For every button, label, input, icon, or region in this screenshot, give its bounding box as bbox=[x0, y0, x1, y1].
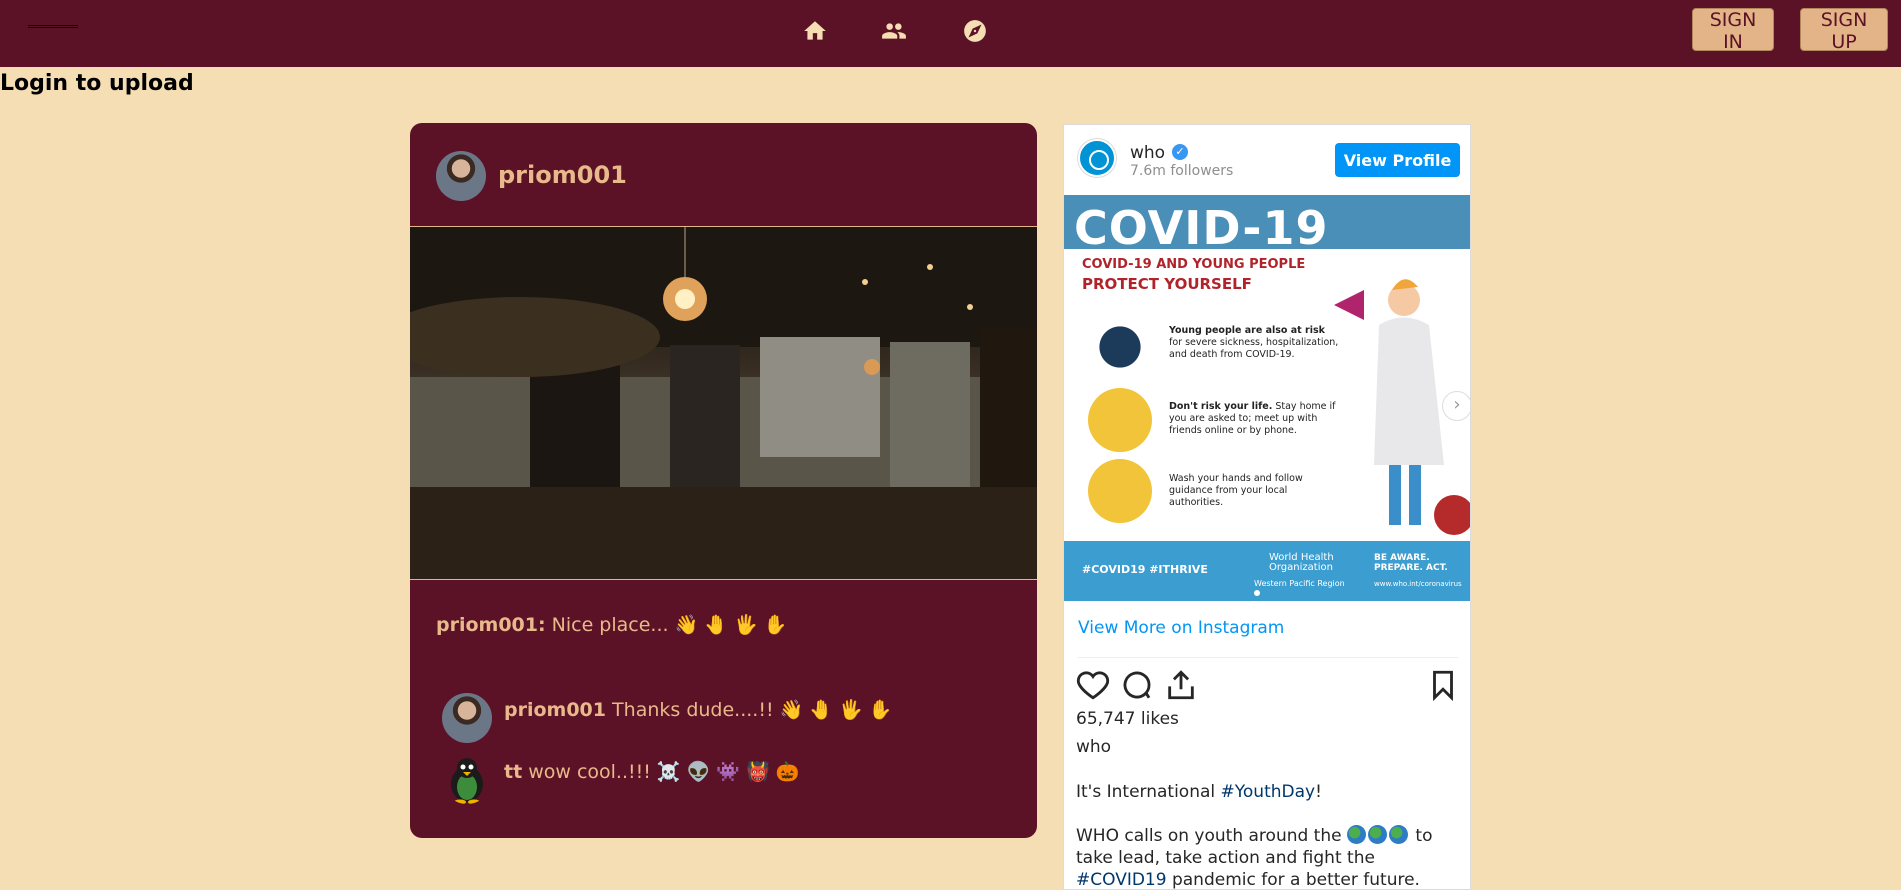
view-profile-button[interactable]: View Profile bbox=[1335, 143, 1460, 177]
top-navbar: SIGN IN SIGN UP bbox=[0, 0, 1901, 67]
verified-badge-icon: ✓ bbox=[1172, 144, 1188, 160]
people-icon[interactable] bbox=[877, 14, 911, 48]
sign-in-button[interactable]: SIGN IN bbox=[1692, 8, 1774, 53]
comment-text: wow cool..!!! ☠️ 👽 👾 👹 🎃 bbox=[528, 761, 800, 783]
ig-account-name[interactable]: who bbox=[1130, 143, 1165, 163]
comment-avatar[interactable] bbox=[442, 693, 492, 743]
caption-username[interactable]: priom001: bbox=[436, 614, 546, 636]
sign-up-button[interactable]: SIGN UP bbox=[1800, 8, 1888, 53]
comment-text: Thanks dude....!! 👋 🤚 🖐 ✋ bbox=[612, 699, 893, 721]
caption-text: Nice place... 👋 🤚 🖐 ✋ bbox=[551, 614, 788, 636]
compass-icon[interactable] bbox=[958, 14, 992, 48]
instagram-embed: who ✓ 7.6m followers View Profile COVID-… bbox=[1063, 124, 1471, 890]
bookmark-icon[interactable] bbox=[1426, 668, 1460, 702]
covid-point: Young people are also at risk for severe… bbox=[1169, 325, 1339, 360]
post-username[interactable]: priom001 bbox=[498, 161, 627, 189]
covid-infographic[interactable]: COVID-19 COVID-19 AND YOUNG PEOPLE PROTE… bbox=[1064, 195, 1470, 601]
globe-emoji-icon bbox=[1368, 825, 1387, 844]
hand-wash-icon bbox=[1088, 459, 1152, 523]
virus-icon bbox=[1088, 315, 1152, 379]
divider bbox=[1078, 657, 1458, 658]
post-header: priom001 bbox=[410, 123, 1037, 227]
hashtag-link[interactable]: #COVID19 bbox=[1076, 870, 1167, 889]
carousel-dot bbox=[1254, 590, 1260, 596]
comment: priom001 Thanks dude....!! 👋 🤚 🖐 ✋ bbox=[504, 698, 892, 721]
stay-home-icon bbox=[1088, 388, 1152, 452]
share-icon[interactable] bbox=[1164, 668, 1198, 702]
ig-caption-line: It's International #YouthDay! bbox=[1076, 782, 1322, 802]
covid-title: COVID-19 bbox=[1074, 201, 1329, 255]
region-label: Western Pacific Region bbox=[1254, 579, 1345, 588]
login-prompt: Login to upload bbox=[0, 71, 194, 96]
heart-icon[interactable] bbox=[1076, 668, 1110, 702]
ig-followers: 7.6m followers bbox=[1130, 163, 1234, 179]
home-icon[interactable] bbox=[798, 14, 832, 48]
who-org-label: World Health Organization bbox=[1269, 552, 1334, 573]
who-avatar[interactable] bbox=[1078, 139, 1116, 177]
avatar[interactable] bbox=[436, 151, 486, 201]
globe-emoji-icon bbox=[1347, 825, 1366, 844]
ig-caption-line: WHO calls on youth around the to take le… bbox=[1076, 825, 1433, 890]
aware-label: BE AWARE. PREPARE. ACT. bbox=[1374, 553, 1448, 573]
likes-count: 65,747 likes bbox=[1076, 709, 1179, 729]
comment-icon[interactable] bbox=[1120, 668, 1154, 702]
covid-hashtags: #COVID19 #ITHRIVE bbox=[1082, 563, 1208, 576]
comment-username[interactable]: priom001 bbox=[504, 699, 606, 721]
covid-point: Wash your hands and follow guidance from… bbox=[1169, 473, 1303, 508]
cafe-photo bbox=[410, 227, 1037, 579]
hashtag-link[interactable]: #YouthDay bbox=[1221, 782, 1316, 802]
covid-point: Don't risk your life. Stay home if you a… bbox=[1169, 401, 1336, 436]
logo[interactable] bbox=[28, 25, 78, 29]
comment-username[interactable]: tt bbox=[504, 761, 522, 783]
caption-owner[interactable]: who bbox=[1076, 737, 1111, 757]
comment: tt wow cool..!!! ☠️ 👽 👾 👹 🎃 bbox=[504, 760, 799, 783]
globe-emoji-icon bbox=[1389, 825, 1408, 844]
carousel-next-icon[interactable]: › bbox=[1442, 391, 1470, 421]
post-caption: priom001: Nice place... 👋 🤚 🖐 ✋ bbox=[436, 613, 787, 636]
covid-url: www.who.int/coronavirus bbox=[1374, 580, 1462, 588]
comment-avatar[interactable] bbox=[442, 754, 492, 804]
post-card: priom001 priom001: Nice place... 👋 🤚 🖐 ✋ bbox=[410, 123, 1037, 838]
covid-subtitle: COVID-19 AND YOUNG PEOPLE bbox=[1082, 257, 1306, 272]
post-image bbox=[410, 227, 1037, 580]
penguin-avatar-icon bbox=[451, 758, 483, 804]
view-more-on-instagram-link[interactable]: View More on Instagram bbox=[1078, 618, 1284, 638]
covid-subtitle-protect: PROTECT YOURSELF bbox=[1082, 275, 1252, 293]
covid-footer: #COVID19 #ITHRIVE World Health Organizat… bbox=[1064, 541, 1470, 601]
